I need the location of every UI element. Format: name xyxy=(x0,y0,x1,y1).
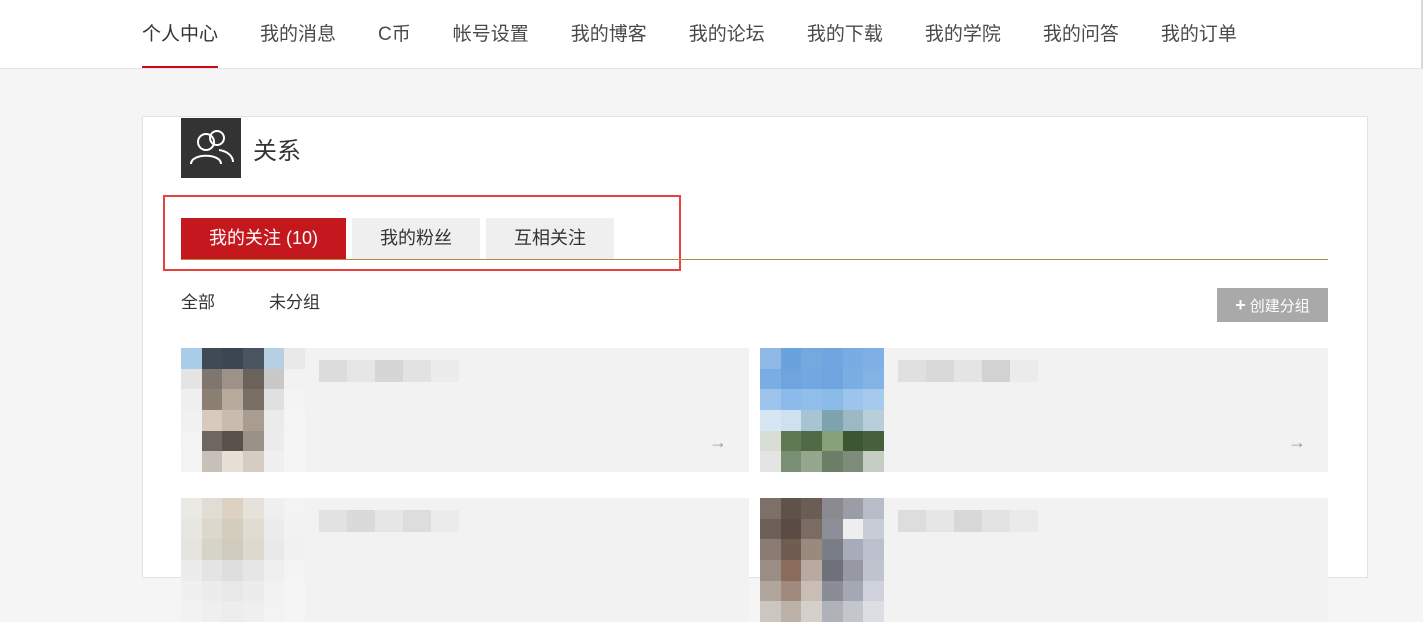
nav-item-personal-center[interactable]: 个人中心 xyxy=(142,0,219,68)
username-blurred xyxy=(898,510,1038,532)
nav-item-qa[interactable]: 我的问答 xyxy=(1043,0,1119,66)
top-navigation: 个人中心 我的消息 C币 帐号设置 我的博客 我的论坛 我的下载 我的学院 我的… xyxy=(0,0,1423,69)
nav-item-orders[interactable]: 我的订单 xyxy=(1161,0,1237,66)
nav-item-forum[interactable]: 我的论坛 xyxy=(689,0,765,66)
group-ungrouped[interactable]: 未分组 xyxy=(269,288,320,313)
arrow-right-icon[interactable]: → xyxy=(1288,432,1306,453)
avatar[interactable] xyxy=(181,348,305,472)
group-filters: 全部 未分组 xyxy=(181,288,374,313)
tab-following[interactable]: 我的关注 (10) xyxy=(181,218,347,259)
username-blurred xyxy=(319,510,459,532)
section-title: 关系 xyxy=(253,138,301,165)
nav-item-messages[interactable]: 我的消息 xyxy=(260,0,336,66)
nav-item-academy[interactable]: 我的学院 xyxy=(925,0,1001,66)
create-group-label: 创建分组 xyxy=(1249,298,1310,315)
nav-item-account-settings[interactable]: 帐号设置 xyxy=(453,0,529,66)
nav-item-c-coin[interactable]: C币 xyxy=(378,0,411,66)
username-blurred xyxy=(898,360,1038,382)
username-blurred xyxy=(319,360,459,382)
user-card[interactable] xyxy=(181,498,749,622)
nav-item-blog[interactable]: 我的博客 xyxy=(571,0,647,66)
group-all[interactable]: 全部 xyxy=(181,288,215,313)
avatar[interactable] xyxy=(760,348,884,472)
nav-item-downloads[interactable]: 我的下载 xyxy=(807,0,883,66)
user-card[interactable]: → xyxy=(181,348,749,472)
plus-icon: + xyxy=(1235,295,1246,315)
create-group-button[interactable]: + 创建分组 xyxy=(1217,288,1328,322)
tabs-divider xyxy=(181,259,1328,260)
users-icon xyxy=(181,118,241,178)
top-nav-menu: 个人中心 我的消息 C币 帐号设置 我的博客 我的论坛 我的下载 我的学院 我的… xyxy=(142,0,1279,68)
user-card[interactable] xyxy=(760,498,1328,622)
tab-mutual[interactable]: 互相关注 xyxy=(486,218,615,259)
avatar[interactable] xyxy=(181,498,305,622)
user-card[interactable]: → xyxy=(760,348,1328,472)
arrow-right-icon[interactable]: → xyxy=(709,432,727,453)
relation-tabs: 我的关注 (10) 我的粉丝 互相关注 xyxy=(181,218,620,259)
tab-followers[interactable]: 我的粉丝 xyxy=(352,218,481,259)
relations-panel: 关系 我的关注 (10) 我的粉丝 互相关注 全部 未分组 + 创建分组 → → xyxy=(142,116,1368,622)
avatar[interactable] xyxy=(760,498,884,622)
